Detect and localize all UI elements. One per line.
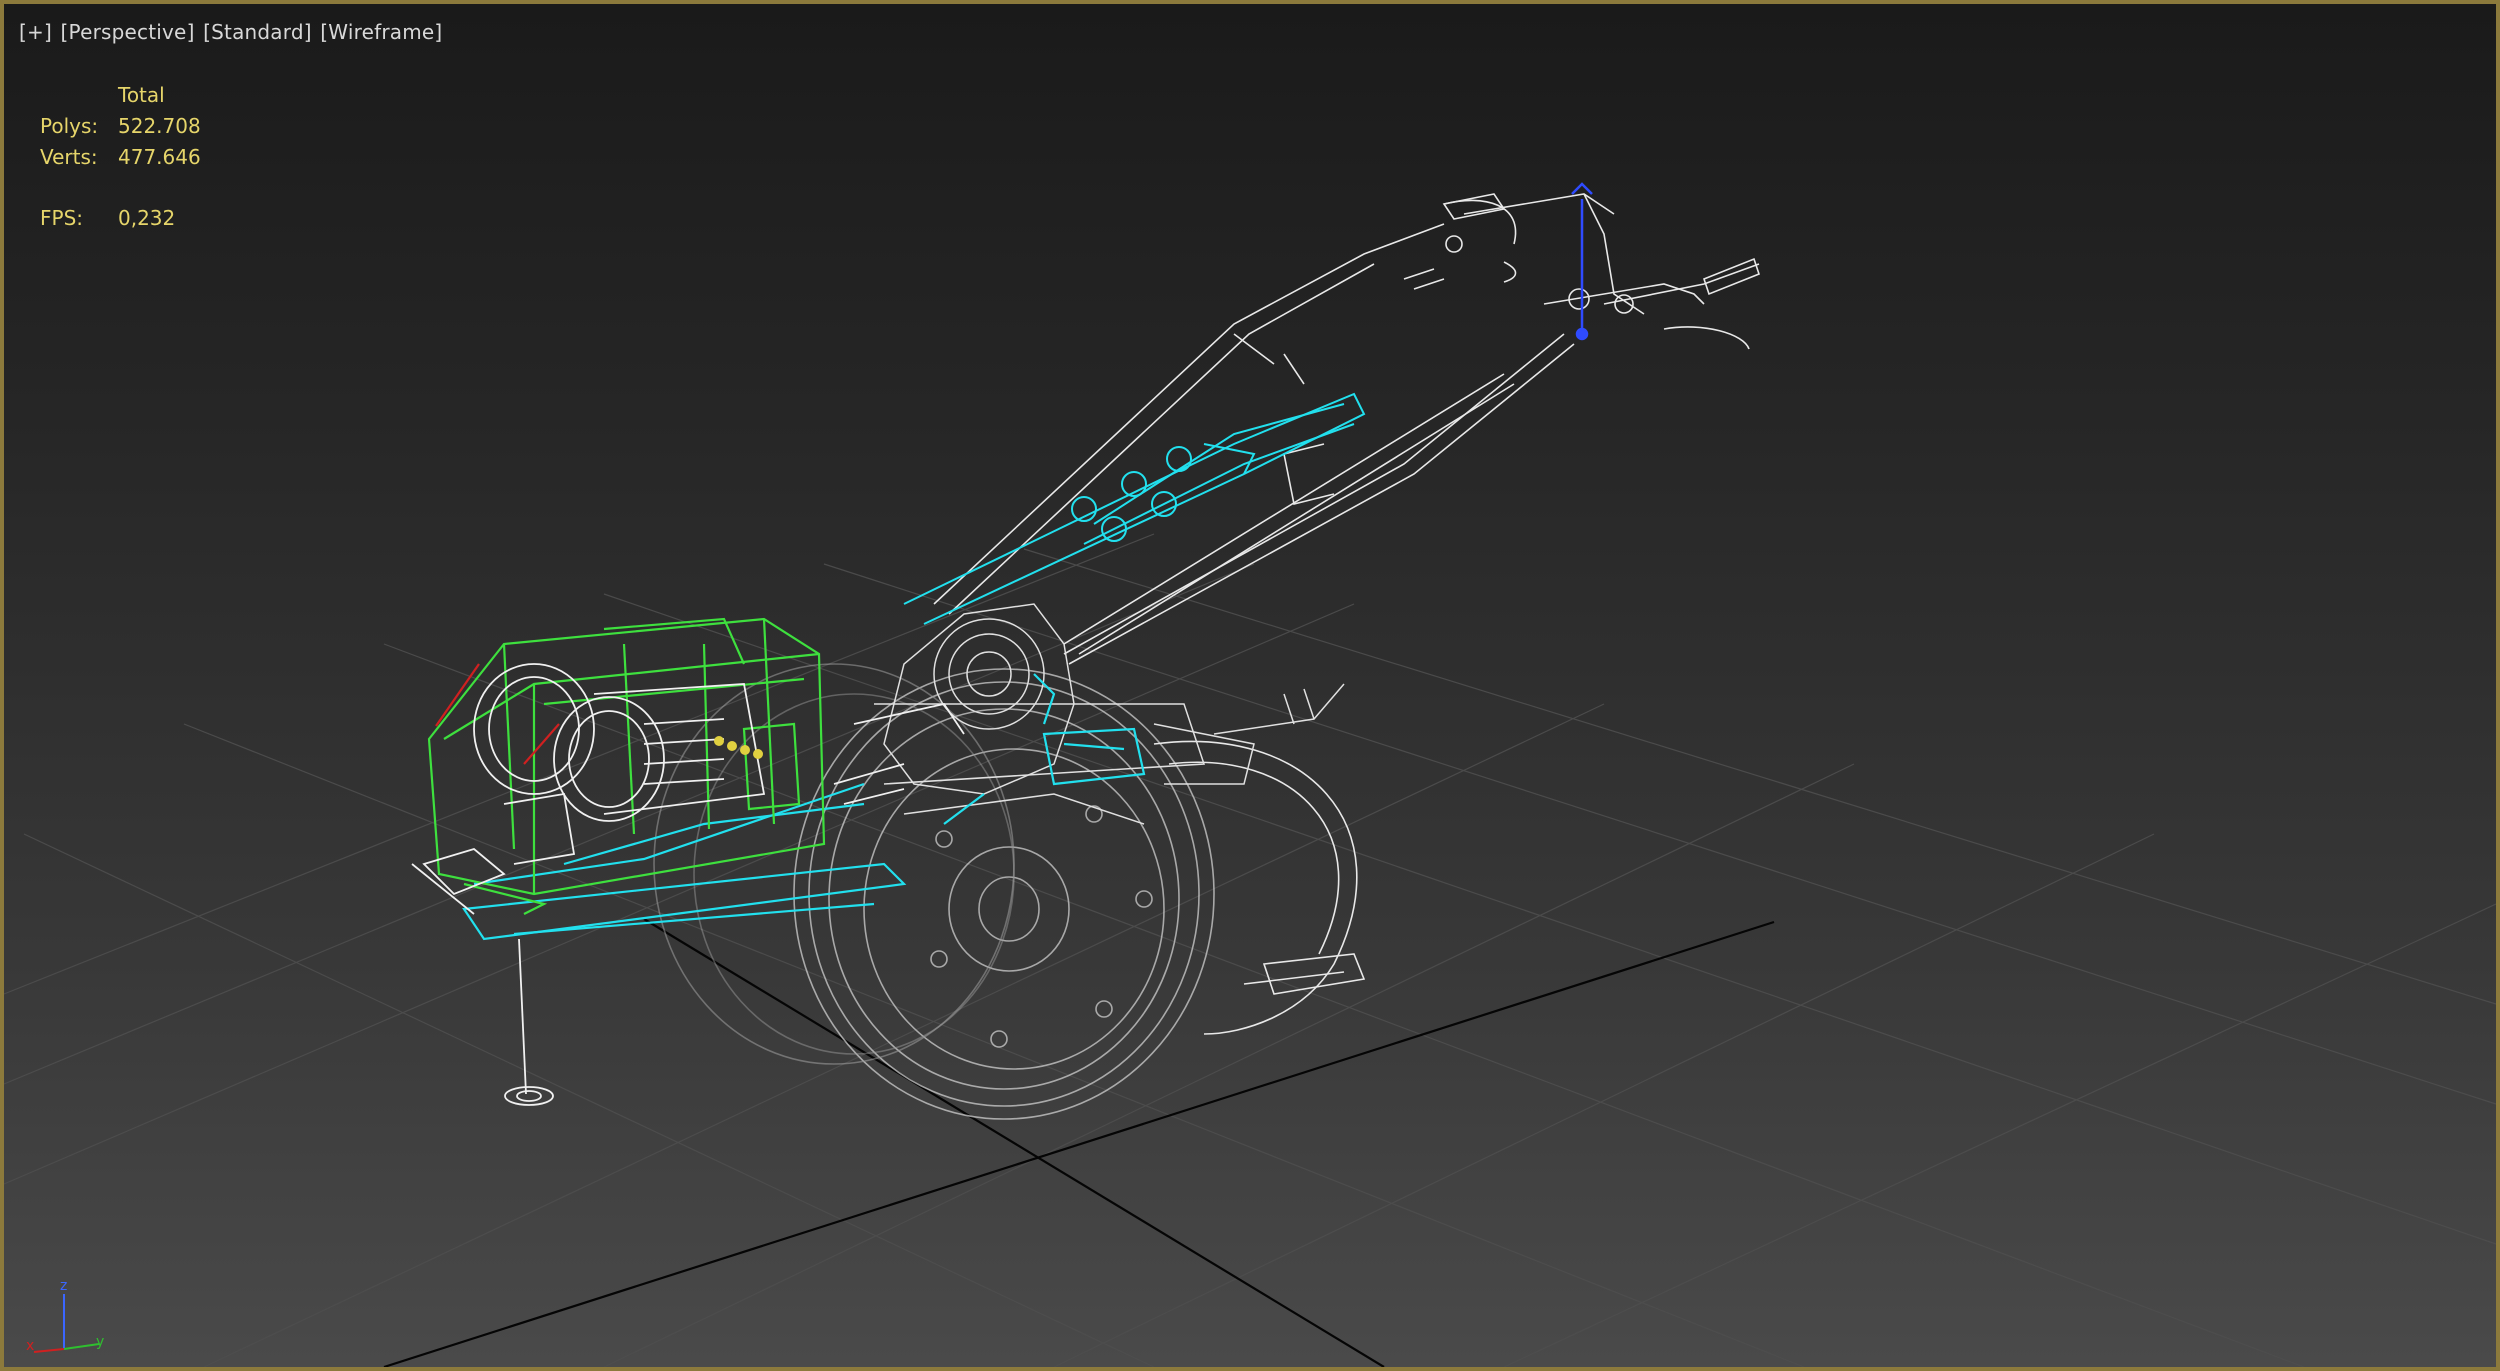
axis-x-label: x (26, 1338, 35, 1354)
pivot-gizmo-icon[interactable] (1571, 182, 1593, 341)
viewport-statistics: Total Polys: 522.708 Verts: 477.646 FPS:… (40, 80, 201, 234)
stats-header-row: Total (40, 80, 201, 111)
viewport-point-of-view-menu[interactable]: [Perspective] (60, 20, 196, 44)
home-grid-axes (383, 918, 1775, 1367)
stats-polys-row: Polys: 522.708 (40, 111, 201, 142)
verts-value: 477.646 (118, 145, 201, 169)
viewport-shading-style-menu[interactable]: [Standard] (202, 20, 313, 44)
stats-fps-row: FPS: 0,232 (40, 203, 201, 234)
fps-label: FPS: (40, 206, 83, 230)
engine-wireframe (874, 603, 1345, 825)
viewport-render-mode-menu[interactable]: [Wireframe] (319, 20, 443, 44)
verts-label: Verts: (40, 145, 98, 169)
engine-housing-green (427, 617, 826, 915)
viewport-general-menu[interactable]: [+] (18, 20, 53, 44)
polys-value: 522.708 (118, 114, 201, 138)
handle-frame-cyan (903, 392, 1366, 625)
red-accents (435, 663, 560, 765)
axis-gizmo-icon (33, 1294, 100, 1353)
axis-y-label: y (96, 1334, 105, 1350)
viewport-label-menu[interactable]: [+] [Perspective] [Standard] [Wireframe] (18, 20, 443, 44)
polys-label: Polys: (40, 114, 99, 138)
viewport-scene[interactable] (4, 4, 2496, 1367)
wheel-wireframe (653, 663, 1215, 1120)
perspective-viewport[interactable]: [+] [Perspective] [Standard] [Wireframe]… (0, 0, 2500, 1371)
ground-grid (4, 533, 2496, 1367)
stats-verts-row: Verts: 477.646 (40, 142, 201, 173)
fps-value: 0,232 (118, 206, 176, 230)
tiller-wireframe-model[interactable] (411, 182, 1760, 1120)
axis-z-label: z (60, 1278, 68, 1294)
stats-total-header: Total (118, 83, 165, 107)
handlebar-wireframe (933, 193, 1760, 665)
